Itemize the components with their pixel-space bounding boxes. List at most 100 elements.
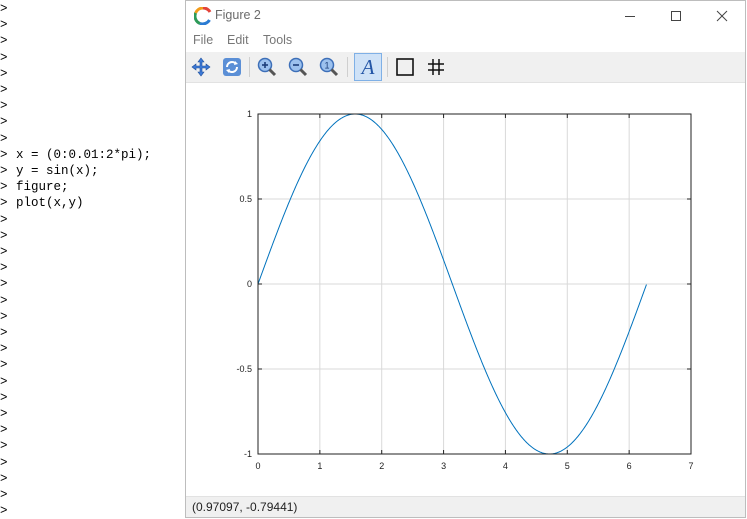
console-prompt: >: [0, 99, 8, 114]
status-bar: (0.97097, -0.79441): [186, 496, 745, 517]
console-line: >: [0, 422, 16, 438]
console-line: >: [0, 293, 16, 309]
console-prompt: >: [0, 342, 8, 357]
console-prompt: >: [0, 83, 8, 97]
x-tick-label: 2: [379, 461, 384, 471]
console-prompt: >: [0, 277, 8, 292]
console-prompt: >: [0, 245, 8, 259]
x-tick-label: 5: [565, 461, 570, 471]
console-prompt: >: [0, 390, 8, 405]
console-line: >: [0, 82, 16, 98]
window-title: Figure 2: [215, 8, 261, 22]
console-prompt: >: [0, 374, 8, 389]
command-console[interactable]: > > > > > > > > > > x = (0:0.01:2*pi); > y = sin(x);…: [0, 0, 185, 519]
x-tick-label: 7: [688, 461, 693, 471]
console-line: >: [0, 33, 16, 49]
console-line: >: [0, 66, 16, 82]
console-prompt: >: [0, 50, 8, 65]
plot-canvas[interactable]: 0 1 2 3 4 5 6 7 -1 -0.5 0 0.5 1: [186, 83, 745, 498]
console-prompt: >: [0, 66, 8, 81]
toggle-box-button[interactable]: [392, 54, 418, 80]
console-prompt: >: [0, 309, 8, 324]
console-line: >: [0, 17, 16, 33]
toolbar-separator: [347, 57, 348, 77]
console-prompt: >: [0, 2, 8, 16]
y-tick-label: -1: [244, 449, 252, 459]
menu-tools[interactable]: Tools: [263, 33, 292, 47]
console-prompt: >: [0, 212, 8, 227]
box-icon: [396, 58, 414, 76]
console-prompt: >: [0, 131, 8, 146]
insert-text-button[interactable]: A: [354, 53, 382, 81]
console-prompt: >: [0, 115, 8, 130]
console-line: >: [0, 228, 16, 244]
console-line: > plot(x,y): [0, 195, 84, 211]
y-tick-label: -0.5: [236, 364, 252, 374]
console-line: > figure;: [0, 179, 69, 195]
maximize-icon: [671, 11, 681, 21]
x-tick-label: 6: [627, 461, 632, 471]
menu-edit[interactable]: Edit: [227, 33, 249, 47]
console-prompt: >: [0, 326, 8, 340]
console-prompt: >: [0, 180, 8, 195]
y-tick-label: 1: [247, 109, 252, 119]
console-prompt: >: [0, 455, 8, 470]
console-prompt: >: [0, 504, 8, 519]
zoom-in-button[interactable]: [254, 54, 280, 80]
console-line: >: [0, 276, 16, 292]
console-line: >: [0, 131, 16, 147]
console-prompt: >: [0, 147, 8, 162]
toolbar-separator: [249, 57, 250, 77]
console-prompt: >: [0, 293, 8, 308]
console-line: >: [0, 438, 16, 454]
console-command: x = (0:0.01:2*pi);: [16, 147, 152, 162]
close-icon: [716, 10, 728, 22]
console-line: >: [0, 406, 16, 422]
pan-tool-button[interactable]: [188, 54, 214, 80]
console-line: >: [0, 487, 16, 503]
console-command: y = sin(x);: [16, 164, 99, 178]
console-line: >: [0, 98, 16, 114]
console-prompt: >: [0, 439, 8, 454]
console-command: plot(x,y): [16, 196, 84, 211]
zoom-out-button[interactable]: [285, 54, 311, 80]
console-prompt: >: [0, 196, 8, 211]
figure-window: Figure 2 File Edit Tools 1 A 0 1 2 3 4 5…: [185, 0, 746, 518]
minimize-icon: [625, 16, 635, 17]
console-prompt: >: [0, 34, 8, 49]
title-bar: Figure 2: [186, 1, 745, 31]
zoom-reset-button[interactable]: 1: [316, 54, 342, 80]
menu-file[interactable]: File: [193, 33, 213, 47]
y-tick-label: 0.5: [239, 194, 252, 204]
rotate-icon: [223, 58, 241, 76]
console-prompt: >: [0, 261, 8, 276]
console-prompt: >: [0, 228, 8, 243]
toggle-grid-button[interactable]: [423, 54, 449, 80]
console-line: >: [0, 309, 16, 325]
console-line: >: [0, 325, 16, 341]
cursor-coordinates: (0.97097, -0.79441): [192, 500, 298, 514]
console-line: > y = sin(x);: [0, 163, 99, 179]
console-line: > x = (0:0.01:2*pi);: [0, 147, 151, 163]
zoom-original-icon: 1: [319, 57, 339, 77]
console-line: >: [0, 471, 16, 487]
console-line: >: [0, 212, 16, 228]
menu-bar: File Edit Tools: [186, 31, 745, 52]
toolbar-separator: [387, 57, 388, 77]
close-button[interactable]: [699, 1, 745, 31]
toolbar: 1 A: [186, 52, 745, 83]
x-tick-label: 3: [441, 461, 446, 471]
console-line: >: [0, 357, 16, 373]
console-line: >: [0, 455, 16, 471]
console-line: >: [0, 390, 16, 406]
text-A-icon: A: [361, 54, 375, 79]
x-tick-label: 0: [255, 461, 260, 471]
pan-arrows-icon: [191, 57, 211, 77]
console-line: >: [0, 244, 16, 260]
minimize-button[interactable]: [607, 1, 653, 31]
svg-text:1: 1: [324, 61, 329, 71]
x-tick-label: 1: [317, 461, 322, 471]
maximize-button[interactable]: [653, 1, 699, 31]
console-line: >: [0, 260, 16, 276]
rotate-tool-button[interactable]: [219, 54, 245, 80]
